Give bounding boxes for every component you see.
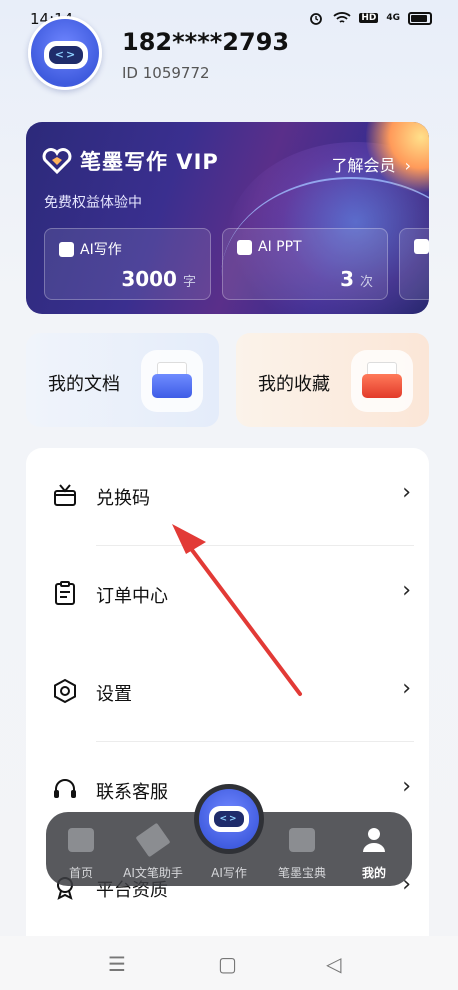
alarm-icon — [310, 13, 323, 25]
menu-label: 设置 — [96, 684, 132, 705]
4g-signal-icon: 4G — [386, 13, 400, 23]
person-icon — [363, 828, 385, 852]
tile-label-wrap: AI写作 — [59, 239, 122, 259]
vip-title-text: 笔墨写作 VIP — [80, 150, 219, 174]
tab-label: AI文笔助手 — [123, 866, 183, 880]
menu-label: 联系客服 — [96, 782, 168, 803]
folder-icon — [289, 828, 315, 852]
bottom-tab-bar: 首页 AI文笔助手 <> AI写作 笔墨宝典 我的 — [46, 784, 412, 886]
tile-value-wrap: 3000 字 — [121, 267, 196, 291]
chevron-right-icon: › — [402, 480, 411, 505]
tab-label: 笔墨宝典 — [277, 866, 326, 880]
vip-learn-more-label: 了解会员 — [331, 156, 396, 175]
vip-learn-more-link[interactable]: 了解会员 › — [331, 152, 411, 176]
my-favorites-card[interactable]: 我的收藏 — [236, 333, 429, 427]
vip-card[interactable]: 笔墨写作 VIP 了解会员 › 免费权益体验中 AI写作 3000 字 AI PP… — [26, 122, 429, 314]
home-icon — [68, 828, 94, 852]
menu-item-order-center[interactable]: 订单中心 › — [26, 546, 429, 644]
tab-mine[interactable]: 我的 — [343, 812, 405, 886]
status-icons: HD 4G — [307, 11, 432, 25]
battery-icon — [408, 11, 432, 25]
tab-label: 首页 — [68, 866, 93, 880]
menu-list: 兑换码 › 订单中心 › 设置 › 联系客服 › 平台资质 › — [26, 448, 429, 968]
vip-title: 笔墨写作 VIP — [42, 146, 219, 176]
tile-value: 3000 — [121, 267, 177, 291]
tab-label: 我的 — [361, 866, 386, 880]
chevron-right-icon: › — [402, 676, 411, 701]
menu-item-redeem-code[interactable]: 兑换码 › — [26, 448, 429, 546]
vip-heart-icon — [42, 148, 72, 174]
menu-label: 兑换码 — [96, 488, 150, 509]
tab-ai-writing-assistant[interactable]: AI文笔助手 — [122, 812, 184, 886]
tile-unit: 次 — [359, 275, 373, 290]
home-square-icon[interactable]: ▢ — [218, 952, 237, 976]
my-favorites-label: 我的收藏 — [258, 374, 330, 395]
tile-value-wrap: 3次 — [340, 267, 373, 291]
menu-lines-icon[interactable]: ☰ — [108, 952, 126, 976]
clipboard-icon — [55, 581, 75, 605]
hd-icon: HD — [359, 13, 379, 23]
headset-icon — [54, 779, 76, 798]
tab-ai-writing-label-wrap[interactable]: AI写作 — [198, 812, 260, 886]
vip-subtitle: 免费权益体验中 — [44, 195, 142, 211]
tile-label: AI写作 — [80, 242, 122, 258]
chevron-right-icon: › — [402, 578, 411, 603]
tile-unit: 字 — [182, 275, 196, 290]
tab-label: AI写作 — [211, 866, 247, 880]
my-documents-card[interactable]: 我的文档 — [26, 333, 219, 427]
wifi-icon — [333, 12, 351, 23]
tab-home[interactable]: 首页 — [50, 812, 112, 886]
doc-tray — [152, 374, 192, 398]
ppt-icon — [237, 239, 252, 255]
robot-small-icon — [59, 241, 74, 257]
tab-handbook[interactable]: 笔墨宝典 — [271, 812, 333, 886]
avatar[interactable]: <> — [28, 16, 102, 90]
gift-box-icon — [54, 484, 76, 506]
edit-icon — [414, 239, 429, 254]
fav-tray — [362, 374, 402, 398]
chevron-right-icon: › — [404, 156, 411, 175]
robot-icon: <> — [44, 41, 88, 69]
vip-tile-ai-writing[interactable]: AI写作 3000 字 — [44, 228, 211, 300]
back-triangle-icon[interactable]: ◁ — [326, 952, 341, 976]
system-nav-bar: ☰ ▢ ◁ — [0, 936, 458, 990]
tile-label: AI PPT — [258, 239, 302, 255]
settings-hexagon-icon — [54, 678, 76, 704]
user-id: ID 1059772 — [122, 64, 210, 82]
my-documents-label: 我的文档 — [48, 374, 120, 395]
vip-tile-ai-ppt[interactable]: AI PPT 3次 — [222, 228, 388, 300]
documents-icon — [141, 350, 203, 412]
menu-label: 订单中心 — [96, 586, 168, 607]
tile-label-wrap — [414, 239, 429, 254]
tile-label-wrap: AI PPT — [237, 239, 302, 255]
pen-icon — [135, 822, 171, 858]
menu-item-settings[interactable]: 设置 › — [26, 644, 429, 742]
favorites-icon — [351, 350, 413, 412]
tile-value: 3 — [340, 267, 354, 291]
chevron-right-icon: › — [402, 774, 411, 799]
vip-tile-partial[interactable] — [399, 228, 429, 300]
user-phone: 182****2793 — [122, 28, 290, 56]
